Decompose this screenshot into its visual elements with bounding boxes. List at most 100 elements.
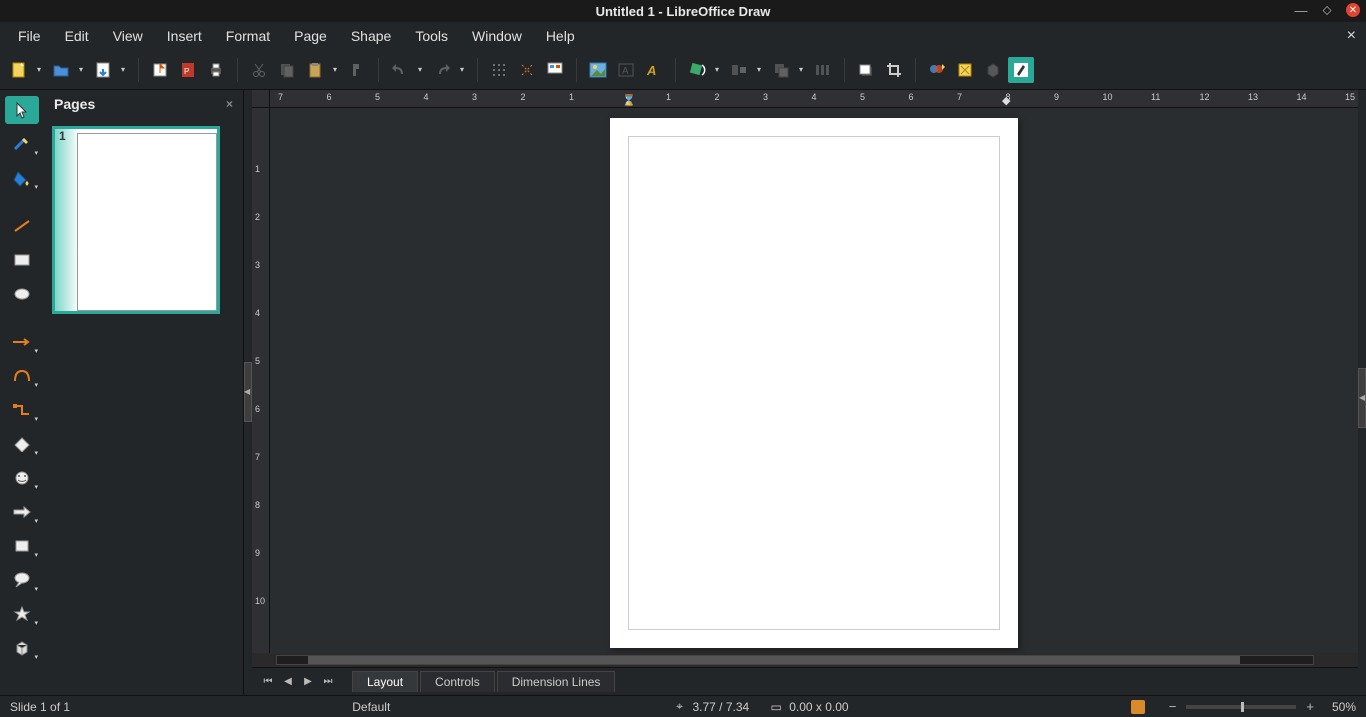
grid-button[interactable] xyxy=(486,57,512,83)
undo-button[interactable] xyxy=(387,57,413,83)
new-dropdown[interactable]: ▾ xyxy=(34,57,44,83)
zoom-in-button[interactable]: + xyxy=(1302,699,1318,714)
drawing-page[interactable] xyxy=(610,118,1018,648)
page-thumbnail-number: 1 xyxy=(59,129,66,143)
crop-button[interactable] xyxy=(881,57,907,83)
ruler-v-tick: 8 xyxy=(255,500,260,510)
helplines-button[interactable] xyxy=(514,57,540,83)
select-tool[interactable] xyxy=(5,96,39,124)
cut-button[interactable] xyxy=(246,57,272,83)
redo-dropdown[interactable]: ▾ xyxy=(457,57,467,83)
menu-shape[interactable]: Shape xyxy=(339,24,403,48)
shadow-button[interactable] xyxy=(853,57,879,83)
tab-dimension-lines[interactable]: Dimension Lines xyxy=(497,671,616,692)
gluepoints-button[interactable] xyxy=(952,57,978,83)
save-indicator-icon[interactable] xyxy=(1131,700,1145,714)
close-button[interactable]: ✕ xyxy=(1346,3,1360,17)
open-dropdown[interactable]: ▾ xyxy=(76,57,86,83)
toggle-extrusion-button[interactable] xyxy=(980,57,1006,83)
save-button[interactable] xyxy=(90,57,116,83)
horizontal-scrollbar[interactable] xyxy=(252,653,1358,667)
paste-button[interactable] xyxy=(302,57,328,83)
line-tool[interactable] xyxy=(5,212,39,240)
distribute-button[interactable] xyxy=(810,57,836,83)
insert-fontwork-button[interactable]: A xyxy=(641,57,667,83)
first-page-button[interactable]: ⏮ xyxy=(260,674,276,690)
save-dropdown[interactable]: ▾ xyxy=(118,57,128,83)
vertical-ruler[interactable]: 12345678910 xyxy=(252,108,270,653)
ruler-h-tick: 7 xyxy=(278,92,283,102)
arrange-button[interactable] xyxy=(768,57,794,83)
menu-window[interactable]: Window xyxy=(460,24,534,48)
align-button[interactable] xyxy=(726,57,752,83)
standard-toolbar: ▾ ▾ ▾ P ▾ ▾ ▾ A A ▾ ▾ ▾ xyxy=(0,50,1366,90)
fill-color-tool[interactable]: ▾ xyxy=(5,164,39,192)
zoom-button[interactable] xyxy=(542,57,568,83)
prev-page-button[interactable]: ◀ xyxy=(280,674,296,690)
filter-button[interactable] xyxy=(924,57,950,83)
ruler-h-tick: 6 xyxy=(327,92,332,102)
page-thumbnail-1[interactable]: 1 xyxy=(52,126,220,314)
paste-dropdown[interactable]: ▾ xyxy=(330,57,340,83)
menu-help[interactable]: Help xyxy=(534,24,587,48)
connector-tool[interactable]: ▾ xyxy=(5,396,39,424)
panel-splitter-right[interactable] xyxy=(1358,90,1366,695)
maximize-button[interactable]: ⬦ xyxy=(1320,3,1334,17)
print-button[interactable] xyxy=(203,57,229,83)
3d-objects-tool[interactable]: ▾ xyxy=(5,634,39,662)
stars-tool[interactable]: ▾ xyxy=(5,600,39,628)
menu-page[interactable]: Page xyxy=(282,24,339,48)
pages-panel-close[interactable]: × xyxy=(226,97,233,111)
align-dropdown[interactable]: ▾ xyxy=(754,57,764,83)
copy-button[interactable] xyxy=(274,57,300,83)
last-page-button[interactable]: ⏭ xyxy=(320,674,336,690)
ellipse-tool[interactable] xyxy=(5,280,39,308)
symbol-shapes-tool[interactable]: ▾ xyxy=(5,464,39,492)
menu-tools[interactable]: Tools xyxy=(403,24,460,48)
draw-functions-button[interactable] xyxy=(1008,57,1034,83)
status-bar: Slide 1 of 1 Default ⌖ 3.77 / 7.34 ▭ 0.0… xyxy=(0,695,1366,717)
ruler-h-tick: 10 xyxy=(1103,92,1113,102)
document-close-button[interactable]: × xyxy=(1347,27,1356,45)
block-arrows-tool[interactable]: ▾ xyxy=(5,498,39,526)
transformations-dropdown[interactable]: ▾ xyxy=(712,57,722,83)
zoom-out-button[interactable]: − xyxy=(1165,699,1181,714)
insert-textbox-button[interactable]: A xyxy=(613,57,639,83)
export-pdf-button[interactable]: P xyxy=(175,57,201,83)
arrange-dropdown[interactable]: ▾ xyxy=(796,57,806,83)
new-button[interactable] xyxy=(6,57,32,83)
curve-tool[interactable]: ▾ xyxy=(5,362,39,390)
horizontal-ruler[interactable]: ⌛ ◆ 7654321123456789101112131415 xyxy=(252,90,1358,108)
undo-dropdown[interactable]: ▾ xyxy=(415,57,425,83)
ruler-h-tick: 2 xyxy=(715,92,720,102)
clone-formatting-button[interactable] xyxy=(344,57,370,83)
panel-splitter-left[interactable] xyxy=(244,90,252,695)
tab-layout[interactable]: Layout xyxy=(352,671,418,692)
menu-file[interactable]: File xyxy=(6,24,53,48)
minimize-button[interactable]: — xyxy=(1294,3,1308,17)
callout-tool[interactable]: ▾ xyxy=(5,566,39,594)
open-button[interactable] xyxy=(48,57,74,83)
ruler-h-tick: 5 xyxy=(860,92,865,102)
menu-insert[interactable]: Insert xyxy=(155,24,214,48)
flowchart-tool[interactable]: ▾ xyxy=(5,532,39,560)
insert-image-button[interactable] xyxy=(585,57,611,83)
zoom-slider[interactable] xyxy=(1186,705,1296,709)
menu-edit[interactable]: Edit xyxy=(53,24,101,48)
basic-shapes-tool[interactable]: ▾ xyxy=(5,430,39,458)
next-page-button[interactable]: ▶ xyxy=(300,674,316,690)
transformations-button[interactable] xyxy=(684,57,710,83)
line-color-tool[interactable]: ▾ xyxy=(5,130,39,158)
ruler-v-tick: 9 xyxy=(255,548,260,558)
ruler-h-tick: 8 xyxy=(1006,92,1011,102)
redo-button[interactable] xyxy=(429,57,455,83)
rectangle-tool[interactable] xyxy=(5,246,39,274)
export-button[interactable] xyxy=(147,57,173,83)
zoom-level[interactable]: 50% xyxy=(1332,700,1356,714)
menu-view[interactable]: View xyxy=(101,24,155,48)
menu-format[interactable]: Format xyxy=(214,24,282,48)
canvas-viewport[interactable] xyxy=(270,108,1358,653)
tab-controls[interactable]: Controls xyxy=(420,671,495,692)
arrows-tool[interactable]: ▾ xyxy=(5,328,39,356)
status-style[interactable]: Default xyxy=(352,700,390,714)
